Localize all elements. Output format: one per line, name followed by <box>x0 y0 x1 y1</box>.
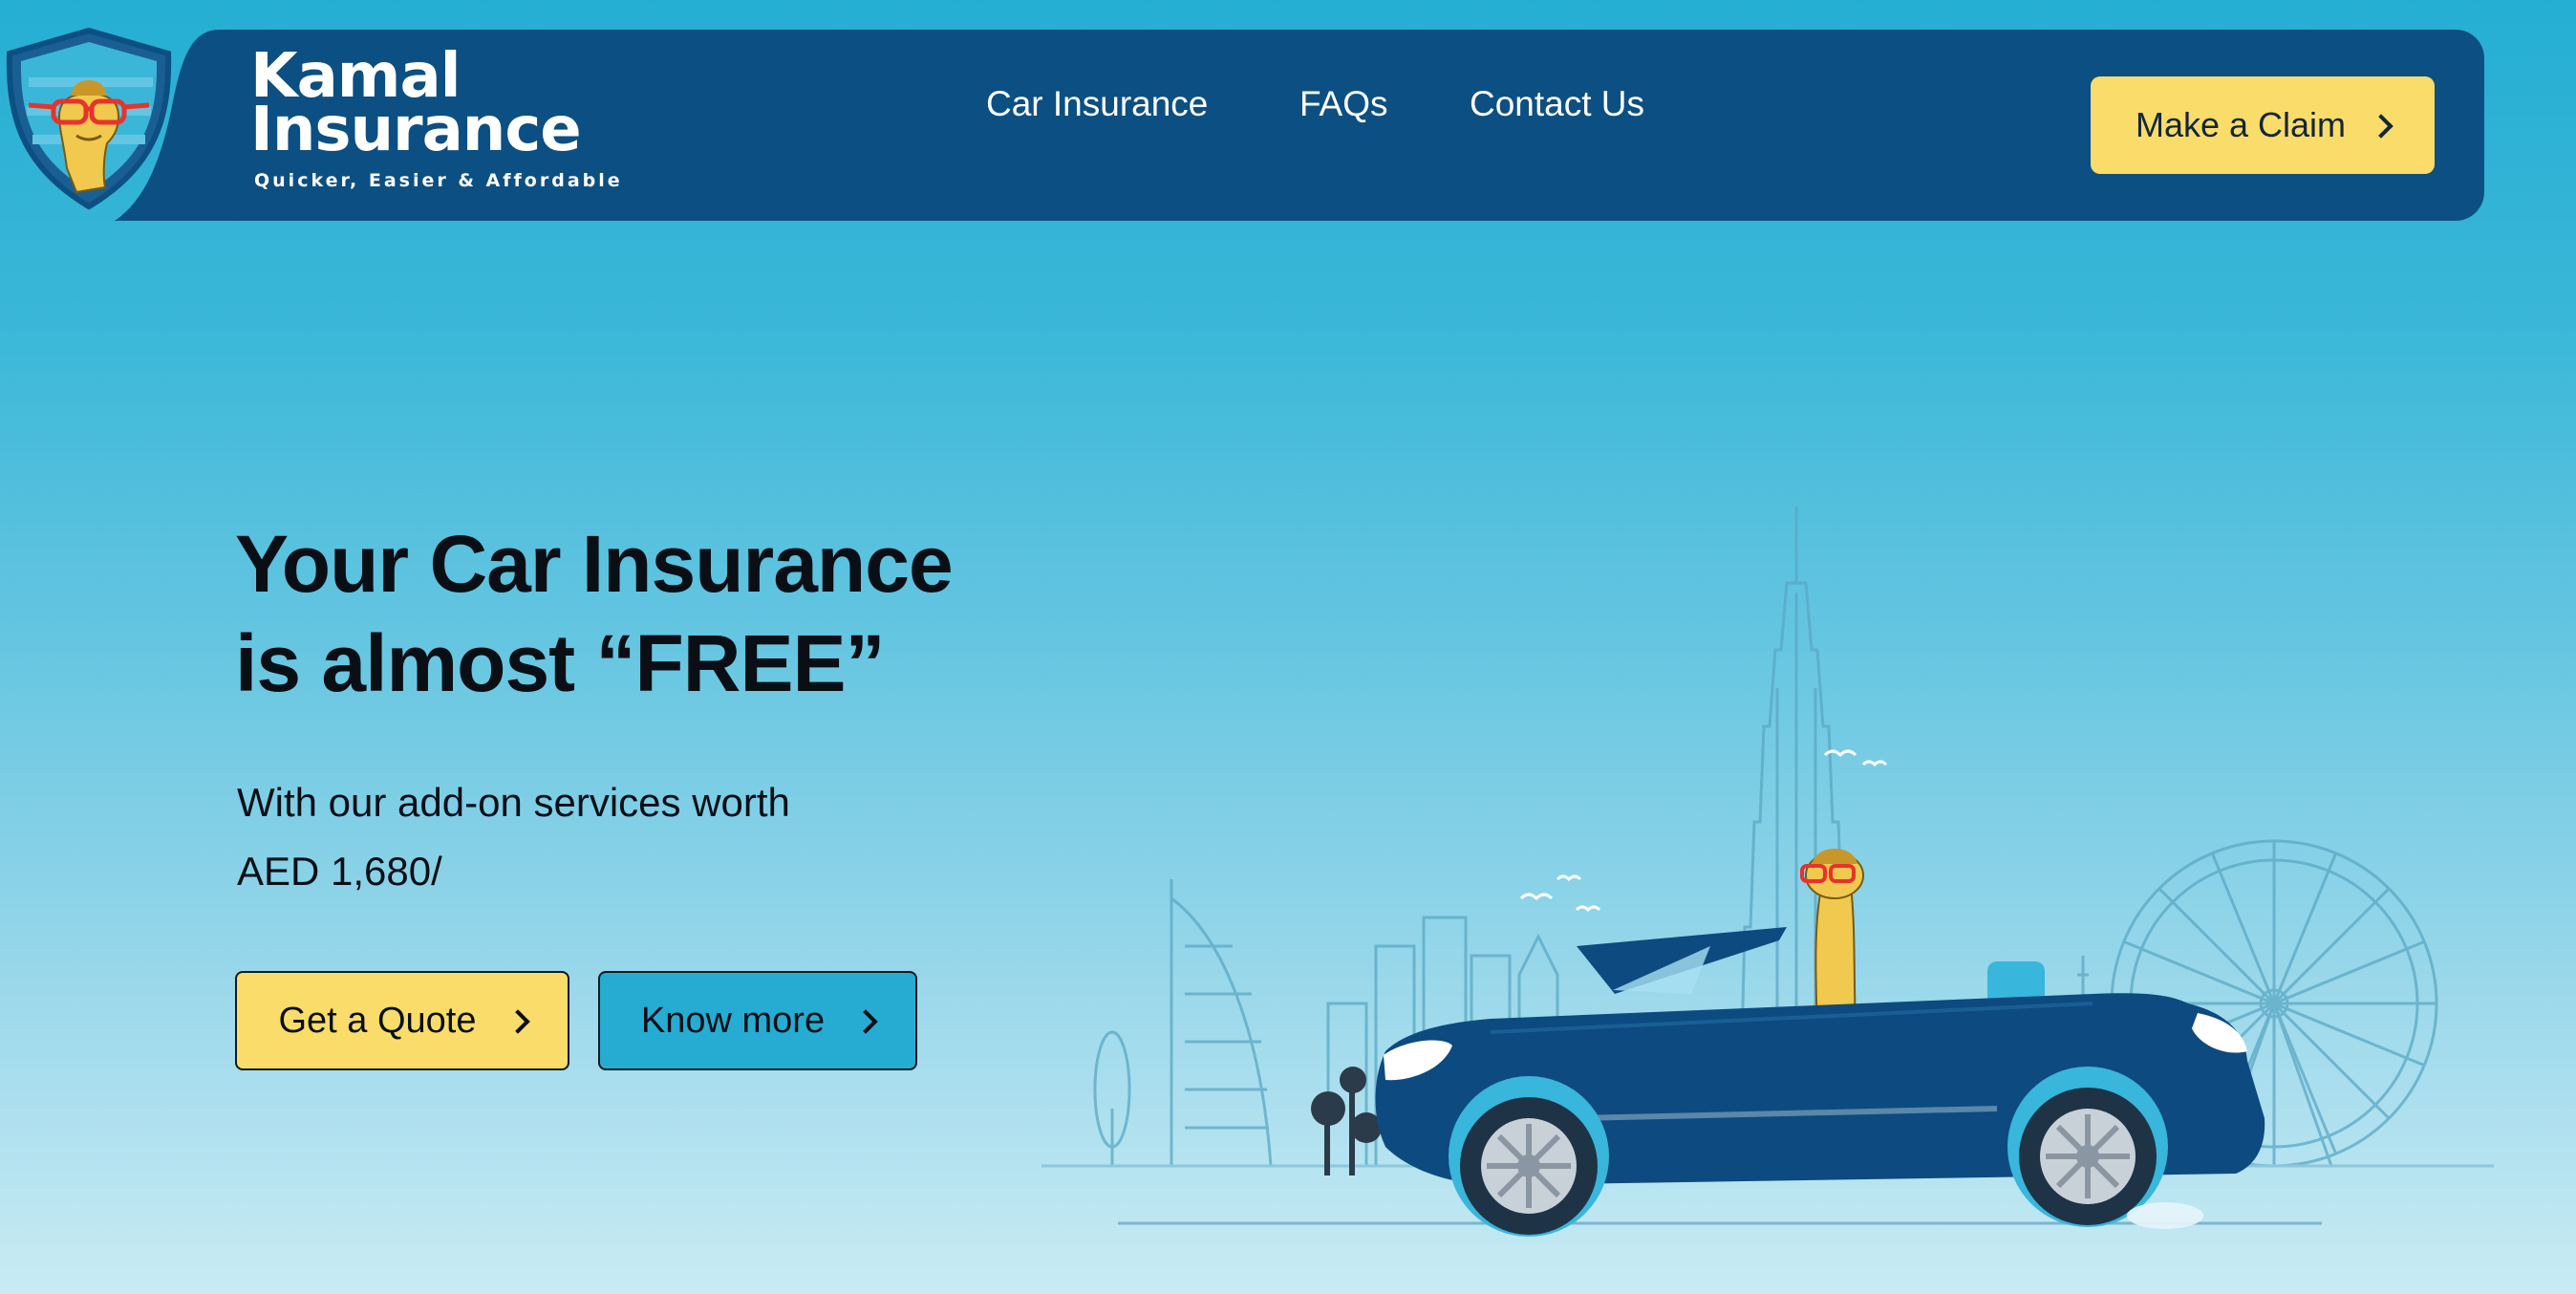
camel-shield-logo[interactable] <box>0 25 178 212</box>
nav-car-insurance[interactable]: Car Insurance <box>986 84 1208 124</box>
hero-subtitle-line1: With our add-on services worth <box>237 780 790 825</box>
get-a-quote-label: Get a Quote <box>278 1000 477 1041</box>
hero-title-line1: Your Car Insurance <box>235 519 954 609</box>
exhaust-smoke <box>1311 1067 1382 1175</box>
nav-contact-us[interactable]: Contact Us <box>1470 84 1644 124</box>
rear-wheel <box>2019 1088 2157 1225</box>
brand-name-line2: Insurance <box>250 95 582 165</box>
hero-title: Your Car Insurance is almost “FREE” <box>235 514 954 713</box>
brand-tagline: Quicker, Easier & Affordable <box>254 170 623 191</box>
hero-subtitle: With our add-on services worth AED 1,680… <box>237 768 790 906</box>
get-a-quote-button[interactable]: Get a Quote <box>235 971 569 1070</box>
convertible-car <box>1375 849 2265 1237</box>
hero-illustration <box>1041 507 2494 1237</box>
know-more-button[interactable]: Know more <box>598 971 917 1070</box>
hero-subtitle-line2: AED 1,680/ <box>237 849 442 894</box>
front-wheel <box>1460 1097 1598 1235</box>
chevron-right-icon <box>853 1009 878 1034</box>
make-a-claim-label: Make a Claim <box>2135 105 2347 144</box>
chevron-right-icon <box>2369 114 2394 139</box>
hero-title-line2: is almost “FREE” <box>235 618 886 708</box>
nav-faqs[interactable]: FAQs <box>1299 84 1388 124</box>
make-a-claim-button[interactable]: Make a Claim <box>2091 76 2435 174</box>
brand-name: Kamal Insurance <box>250 46 582 165</box>
chevron-right-icon <box>504 1009 530 1034</box>
know-more-label: Know more <box>640 1000 826 1041</box>
